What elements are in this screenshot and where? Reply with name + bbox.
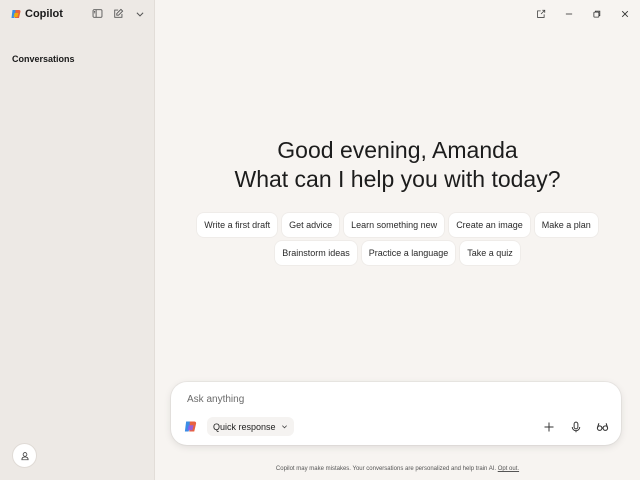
greeting-line: Good evening, Amanda	[277, 137, 518, 163]
person-icon	[20, 451, 29, 460]
suggestion-chips-row-2: Brainstorm ideas Practice a language Tak…	[155, 241, 640, 265]
copilot-logo-icon	[11, 10, 21, 18]
sidebar-tools	[90, 6, 147, 21]
open-external-icon	[537, 9, 546, 18]
chip-create-image[interactable]: Create an image	[449, 213, 530, 237]
opt-out-link[interactable]: Opt out.	[498, 466, 519, 472]
disclaimer: Copilot may make mistakes. Your conversa…	[155, 466, 640, 472]
composer-actions	[540, 418, 611, 435]
add-attachment-button[interactable]	[540, 418, 557, 435]
sidebar-toggle-button[interactable]	[90, 6, 105, 21]
window-controls	[532, 6, 634, 22]
response-mode-label: Quick response	[213, 421, 276, 432]
voice-input-button[interactable]	[567, 418, 584, 435]
chip-brainstorm-ideas[interactable]: Brainstorm ideas	[275, 241, 357, 265]
glasses-icon	[596, 423, 609, 431]
brand[interactable]: Copilot	[10, 7, 63, 21]
brand-name: Copilot	[25, 8, 63, 20]
sidebar-toggle-icon	[92, 9, 103, 18]
vision-button[interactable]	[594, 418, 611, 435]
chevron-down-icon	[281, 425, 287, 429]
sidebar: Copilot Conversations	[0, 0, 155, 480]
main-panel: Good evening, Amanda What can I help you…	[155, 0, 640, 480]
chip-take-quiz[interactable]: Take a quiz	[460, 241, 520, 265]
microphone-icon	[571, 421, 580, 432]
restore-button[interactable]	[588, 6, 606, 22]
new-chat-button[interactable]	[111, 6, 126, 21]
composer: Quick response	[171, 382, 621, 445]
suggestion-chips-row-1: Write a first draft Get advice Learn som…	[155, 213, 640, 237]
response-mode-dropdown[interactable]: Quick response	[207, 417, 294, 436]
chip-learn-something-new[interactable]: Learn something new	[344, 213, 445, 237]
chip-practice-language[interactable]: Practice a language	[361, 241, 456, 265]
new-chat-icon	[114, 8, 124, 18]
greeting: Good evening, Amanda What can I help you…	[155, 136, 640, 194]
chevron-down-icon	[136, 11, 143, 17]
plus-icon	[544, 422, 553, 431]
chip-get-advice[interactable]: Get advice	[282, 213, 340, 237]
close-button[interactable]	[616, 6, 634, 22]
more-menu-button[interactable]	[132, 6, 147, 21]
chip-make-plan[interactable]: Make a plan	[534, 213, 598, 237]
profile-button[interactable]	[12, 443, 37, 468]
copilot-logo-icon	[184, 421, 197, 432]
chip-write-first-draft[interactable]: Write a first draft	[197, 213, 278, 237]
restore-icon	[593, 10, 601, 18]
minimize-button[interactable]	[560, 6, 578, 22]
disclaimer-text: Copilot may make mistakes. Your conversa…	[275, 466, 497, 472]
minimize-icon	[565, 13, 573, 15]
open-external-button[interactable]	[532, 6, 550, 22]
conversations-heading: Conversations	[12, 54, 75, 64]
close-icon	[621, 10, 629, 18]
ask-input[interactable]	[187, 391, 587, 407]
greeting-question: What can I help you with today?	[234, 166, 561, 192]
